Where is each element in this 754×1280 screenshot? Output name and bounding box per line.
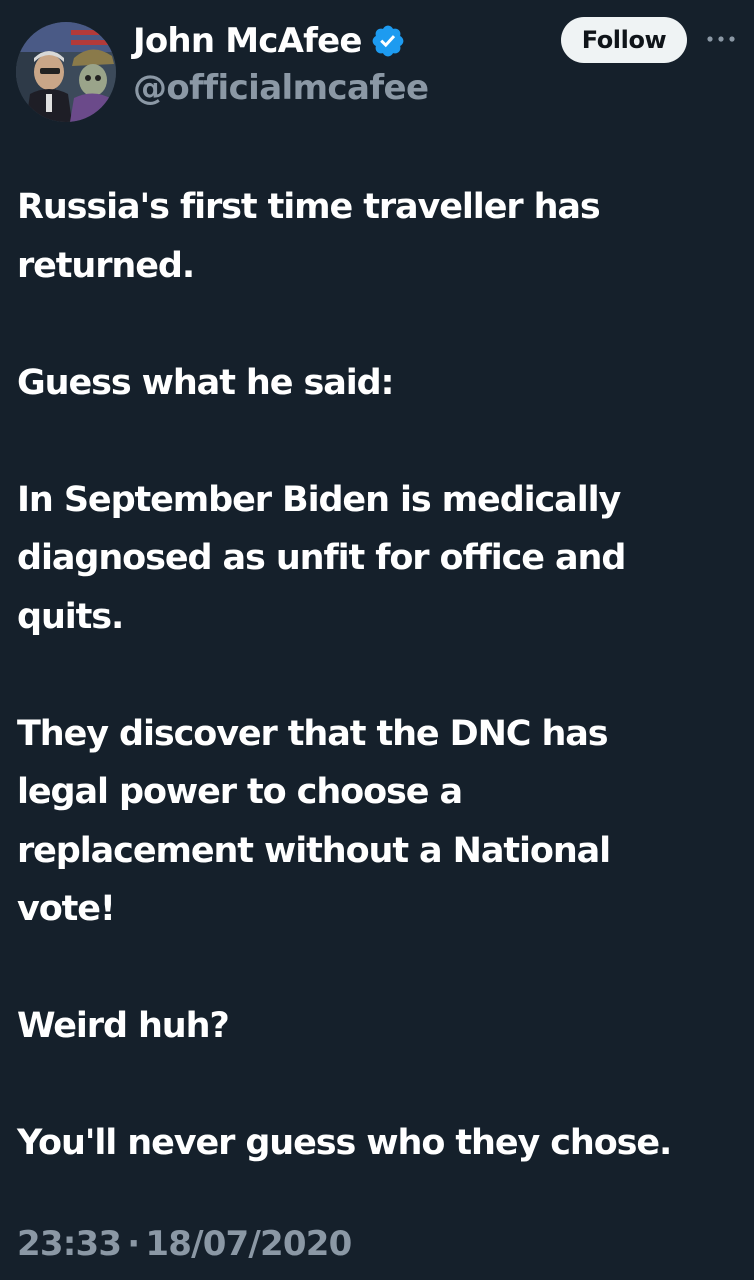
- tweet-timestamp[interactable]: 23:33 · 18/07/2020: [17, 1224, 352, 1264]
- follow-button[interactable]: Follow: [561, 17, 687, 63]
- tweet-paragraph: You'll never guess who they chose.: [17, 1123, 672, 1163]
- tweet-paragraph: Weird huh?: [17, 1006, 230, 1046]
- tweet-paragraph: Russia's first time traveller has return…: [17, 187, 601, 286]
- tweet-date: 18/07/2020: [145, 1224, 352, 1264]
- author-display-name[interactable]: John McAfee: [133, 21, 362, 61]
- verified-badge-icon[interactable]: [370, 23, 406, 59]
- avatar[interactable]: [16, 22, 116, 122]
- tweet-time: 23:33: [17, 1224, 122, 1264]
- author-name-row: John McAfee: [133, 18, 406, 64]
- author-handle[interactable]: @officialmcafee: [133, 68, 429, 108]
- tweet-paragraph: In September Biden is medically diagnose…: [17, 479, 626, 637]
- tweet-paragraph: They discover that the DNC has legal pow…: [17, 713, 611, 930]
- meta-separator: ·: [127, 1224, 140, 1264]
- tweet-header: John McAfee @officialmcafee Follow: [0, 0, 754, 140]
- tweet-text: Russia's first time traveller has return…: [17, 178, 742, 1173]
- tweet-paragraph: Guess what he said:: [17, 362, 395, 403]
- avatar-image: [16, 22, 116, 122]
- ellipsis-icon[interactable]: [704, 24, 738, 54]
